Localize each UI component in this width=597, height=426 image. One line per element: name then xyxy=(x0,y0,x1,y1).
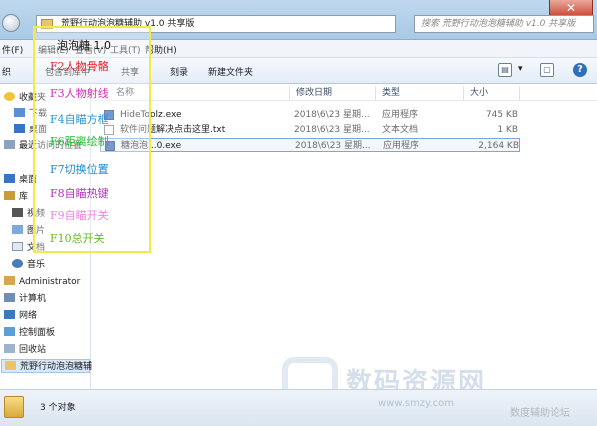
file-date: 2018\6\23 星期... xyxy=(295,141,371,151)
folder-icon xyxy=(4,396,24,418)
file-row-selected[interactable]: 糖泡泡...0.exe 2018\6\23 星期... 应用程序 2,164 K… xyxy=(100,138,520,152)
music-icon xyxy=(12,259,23,268)
nav-network[interactable]: 网络 xyxy=(4,309,37,323)
nav-computer[interactable]: 计算机 xyxy=(4,292,46,306)
file-row[interactable]: HideToolz.exe 2018\6\23 星期... 应用程序 745 K… xyxy=(100,108,520,122)
file-size: 1 KB xyxy=(497,125,518,135)
nav-library[interactable]: 库 xyxy=(4,190,28,204)
file-type: 文本文档 xyxy=(382,125,419,135)
file-date: 2018\6\23 星期... xyxy=(294,125,370,135)
hotkey-master-switch: F10总开关 xyxy=(50,232,105,245)
file-row[interactable]: 软件问题解决点击这里.txt 2018\6\23 星期... 文本文档 1 KB xyxy=(100,123,520,137)
nav-administrator[interactable]: Administrator xyxy=(4,275,80,289)
preview-pane-icon[interactable]: ▢ xyxy=(540,63,554,77)
hotkey-switch-position: F7切换位置 xyxy=(50,163,109,176)
overlay-title: 泡泡糖 1.0 xyxy=(57,39,111,52)
nav-recycle-bin[interactable]: 回收站 xyxy=(4,343,46,357)
desktop-icon xyxy=(4,174,15,183)
recent-places-icon xyxy=(4,140,15,149)
file-type: 应用程序 xyxy=(383,141,420,151)
column-date-modified[interactable]: 修改日期 xyxy=(290,86,376,100)
user-icon xyxy=(4,276,15,285)
video-icon xyxy=(12,208,23,217)
column-type[interactable]: 类型 xyxy=(376,86,464,100)
library-icon xyxy=(4,191,15,200)
search-input[interactable]: 搜索 荒野行动泡泡糖辅助 v1.0 共享版 xyxy=(414,15,594,33)
burn-button[interactable]: 刻录 xyxy=(170,65,188,78)
item-count: 3 个对象 xyxy=(40,403,76,413)
view-dropdown-icon[interactable]: ▾ xyxy=(518,64,523,74)
hotkey-ray: F3人物射线 xyxy=(50,87,109,100)
nav-control-panel[interactable]: 控制面板 xyxy=(4,326,55,340)
computer-icon xyxy=(4,293,15,302)
organize-button[interactable]: 织 xyxy=(2,65,11,78)
new-folder-button[interactable]: 新建文件夹 xyxy=(208,65,253,78)
network-icon xyxy=(4,310,15,319)
watermark-url: www.smzy.com xyxy=(378,398,455,409)
hotkey-skeleton: F2人物骨骼 xyxy=(50,60,109,73)
watermark-corner-text: 数度辅助论坛 xyxy=(510,408,570,419)
nav-current-folder[interactable]: 荒野行动泡泡糖辅 xyxy=(1,359,92,373)
file-type: 应用程序 xyxy=(382,110,419,120)
folder-icon xyxy=(5,361,16,370)
file-size: 2,164 KB xyxy=(478,141,519,151)
picture-icon xyxy=(12,225,23,234)
help-icon[interactable]: ? xyxy=(573,63,587,77)
menu-file[interactable]: 件(F) xyxy=(2,43,23,56)
view-options-icon[interactable]: ▤ xyxy=(498,63,512,77)
status-bar: 3 个对象 xyxy=(0,389,597,426)
control-panel-icon xyxy=(4,327,15,336)
file-size: 745 KB xyxy=(485,110,518,120)
download-icon xyxy=(14,108,25,117)
hotkey-aim-key: F8自瞄热键 xyxy=(50,187,109,200)
search-placeholder: 搜索 荒野行动泡泡糖辅助 v1.0 共享版 xyxy=(421,19,576,29)
recycle-bin-icon xyxy=(4,344,15,353)
file-date: 2018\6\23 星期... xyxy=(294,110,370,120)
hotkey-distance: F6距离绘制 xyxy=(50,135,109,148)
star-icon xyxy=(4,92,15,101)
column-size[interactable]: 大小 xyxy=(464,86,520,100)
document-icon xyxy=(12,242,23,251)
hotkey-aim-box: F4自瞄方框 xyxy=(50,113,109,126)
hotkey-aim-toggle: F9自瞄开关 xyxy=(50,209,109,222)
desktop-icon xyxy=(14,124,25,133)
nav-music[interactable]: 音乐 xyxy=(12,258,45,272)
